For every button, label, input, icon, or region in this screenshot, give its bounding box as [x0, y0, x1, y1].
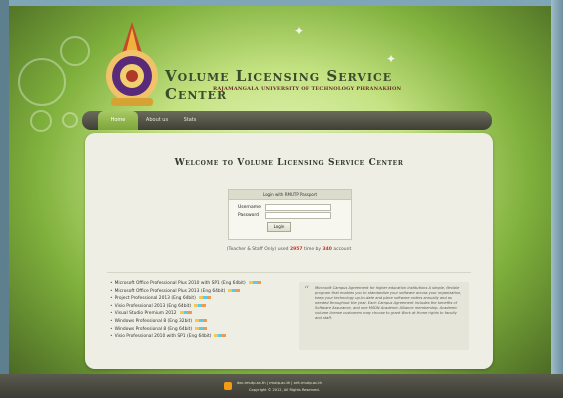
usage-prefix: (Teacher & Staff Only) used [226, 247, 289, 252]
login-button[interactable]: Login [267, 222, 291, 232]
welcome-heading: Welcome to Volume Licensing Service Cent… [174, 158, 404, 168]
nav-item-label: About us [145, 117, 169, 123]
site-subtitle: Rajamangala University of Technology Phr… [213, 86, 402, 92]
product-name: Windows Professional 8 (Eng 32bit) [114, 318, 193, 324]
download-badge-icon [228, 288, 241, 292]
nav-item-label: Stats [183, 117, 197, 123]
usage-stats: (Teacher & Staff Only) used 2957 time by… [85, 247, 493, 252]
username-label: Username [238, 205, 261, 210]
product-name: Visio Professional 2013 (Eng 64bit) [114, 303, 192, 309]
login-heading: Login with RMUTP Passport [229, 190, 351, 200]
footer-links[interactable]: doc.rmutp.ac.th | rmutp.ac.th | arit.rmu… [237, 381, 322, 385]
usage-middle: time by [303, 247, 322, 252]
section-divider [107, 272, 471, 273]
download-badge-icon [194, 303, 207, 307]
decorative-bubble [30, 110, 52, 132]
copyright-text: Copyright © 2012, All Rights Reserved. [249, 388, 320, 392]
product-item[interactable]: • Microsoft Office Professional Plus 2013… [110, 288, 290, 294]
product-name: Project Professional 2013 (Eng 64bit) [114, 296, 196, 302]
page-footer: doc.rmutp.ac.th | rmutp.ac.th | arit.rmu… [0, 374, 563, 398]
product-item[interactable]: • Windows Professional 8 (Eng 64bit) [110, 326, 290, 332]
username-input[interactable] [265, 204, 331, 211]
product-item[interactable]: • Visio Professional 2010 with SP1 (Eng 6… [110, 334, 290, 339]
product-item[interactable]: • Project Professional 2013 (Eng 64bit) [110, 296, 290, 301]
site-title: Volume Licensing Service Center [165, 67, 393, 103]
decorative-bubble [62, 112, 78, 128]
usage-suffix: account [333, 247, 352, 252]
product-item[interactable]: • Visual Studio Premium 2012 [110, 311, 290, 316]
decorative-bubble [60, 36, 90, 66]
download-badge-icon [214, 334, 227, 338]
product-name: Microsoft Office Professional Plus 2013 … [114, 288, 226, 294]
download-badge-icon [195, 326, 208, 330]
rss-icon[interactable] [224, 382, 232, 390]
download-badge-icon [195, 318, 208, 322]
product-list: • Microsoft Office Professional Plus 2010… [110, 281, 290, 342]
blurb-text: Microsoft Campus Agreement for higher ed… [315, 286, 462, 320]
account-count: 340 [322, 247, 332, 252]
window-frame-right [551, 0, 563, 398]
download-badge-icon [198, 296, 211, 300]
sparkle-icon: ✦ [386, 52, 397, 66]
university-logo [106, 22, 158, 106]
quote-icon: “ [304, 285, 310, 296]
nav-item-stats[interactable]: Stats [178, 111, 202, 130]
nav-item-about[interactable]: About us [140, 111, 174, 130]
product-item[interactable]: • Microsoft Office Professional Plus 2010… [110, 281, 290, 286]
product-item[interactable]: • Windows Professional 8 (Eng 32bit) [110, 318, 290, 324]
password-input[interactable] [265, 212, 331, 219]
login-form: Login with RMUTP Passport Username Passw… [228, 189, 352, 240]
content-panel: Welcome to Volume Licensing Service Cent… [85, 133, 493, 369]
product-name: Windows Professional 8 (Eng 64bit) [114, 326, 193, 332]
campus-agreement-blurb: “ Microsoft Campus Agreement for higher … [299, 282, 469, 350]
main-navbar: Home About us Stats [82, 111, 492, 130]
nav-item-home[interactable]: Home [98, 111, 138, 130]
window-frame-top [0, 0, 563, 6]
product-name: Microsoft Office Professional Plus 2010 … [114, 281, 246, 286]
usage-count: 2957 [289, 247, 303, 252]
password-label: Password [238, 213, 260, 218]
nav-item-label: Home [110, 117, 126, 123]
browser-viewport: ✦ ✦ Volume Licensing Service Center Raja… [0, 0, 563, 398]
window-frame-left [0, 0, 9, 398]
download-badge-icon [179, 311, 192, 315]
product-name: Visio Professional 2010 with SP1 (Eng 64… [114, 334, 212, 340]
product-item[interactable]: • Visio Professional 2013 (Eng 64bit) [110, 303, 290, 309]
sparkle-icon: ✦ [294, 24, 305, 38]
decorative-bubble [18, 58, 66, 106]
download-badge-icon [248, 281, 261, 284]
product-name: Visual Studio Premium 2012 [114, 311, 177, 317]
